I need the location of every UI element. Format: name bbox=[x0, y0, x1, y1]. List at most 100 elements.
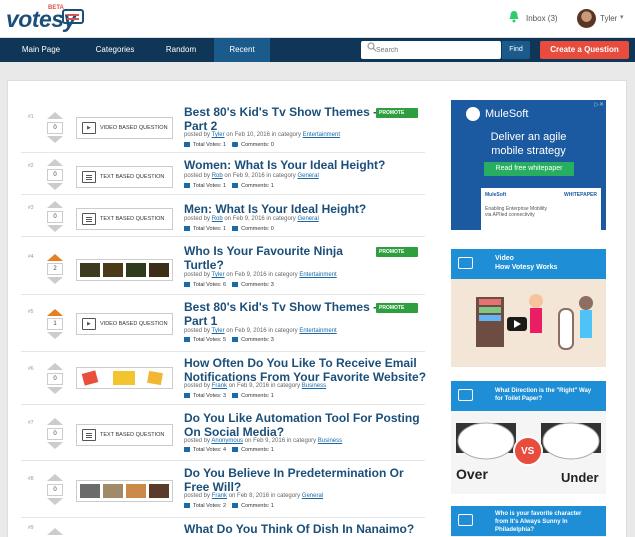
question-thumbnail[interactable] bbox=[76, 259, 173, 281]
author-link[interactable]: Anonymous bbox=[211, 438, 243, 444]
category-link[interactable]: Business bbox=[318, 438, 342, 444]
avatar[interactable] bbox=[577, 9, 596, 28]
question-title[interactable]: Do You Like Automation Tool For Posting O… bbox=[184, 411, 429, 439]
ad-headline: Deliver an agile mobile strategy bbox=[490, 131, 567, 157]
author-link[interactable]: Frank bbox=[212, 493, 227, 499]
nav-main-page[interactable]: Main Page bbox=[0, 38, 82, 62]
question-number: #6 bbox=[28, 366, 34, 372]
author-link[interactable]: Tyler bbox=[212, 328, 225, 334]
question-title[interactable]: Do You Believe In Predetermination Or Fre… bbox=[184, 466, 429, 494]
user-name[interactable]: Tyler bbox=[600, 14, 617, 23]
card-header: Video How Votesy Works bbox=[451, 249, 606, 279]
question-thumbnail[interactable] bbox=[76, 480, 173, 502]
image-thumbnail bbox=[149, 484, 169, 498]
card-header: What Direction is the "Right" Way for To… bbox=[451, 381, 606, 411]
image-thumbnail bbox=[149, 263, 169, 277]
vote-count: 0 bbox=[47, 211, 63, 223]
upvote-button[interactable] bbox=[47, 528, 63, 535]
upvote-button[interactable] bbox=[47, 254, 63, 261]
question-row: #7 0 TEXT BASED QUESTION Do You Like Aut… bbox=[21, 405, 425, 461]
question-row: #5 1 VIDEO BASED QUESTION Best 80's Kid'… bbox=[21, 295, 425, 352]
nav-categories[interactable]: Categories bbox=[82, 38, 148, 62]
nav-random[interactable]: Random bbox=[148, 38, 214, 62]
document-icon bbox=[82, 213, 96, 225]
category-link[interactable]: Entertainment bbox=[299, 272, 336, 278]
question-title[interactable]: How Often Do You Like To Receive Email No… bbox=[184, 356, 429, 384]
category-link[interactable]: Entertainment bbox=[299, 328, 336, 334]
downvote-button[interactable] bbox=[47, 387, 63, 394]
question-thumbnail[interactable]: TEXT BASED QUESTION bbox=[76, 208, 173, 230]
promote-button[interactable]: PROMOTE bbox=[376, 303, 418, 313]
question-meta: posted by Rob on Feb 9, 2016 in category… bbox=[184, 216, 319, 222]
video-icon bbox=[82, 318, 96, 330]
question-number: #8 bbox=[28, 476, 34, 482]
question-title[interactable]: Who Is Your Favourite Ninja Turtle? bbox=[184, 244, 384, 272]
upvote-button[interactable] bbox=[47, 201, 63, 208]
author-link[interactable]: Tyler bbox=[212, 272, 225, 278]
question-thumbnail[interactable]: TEXT BASED QUESTION bbox=[76, 166, 173, 188]
category-link[interactable]: General bbox=[297, 216, 318, 222]
inbox-link[interactable]: Inbox (3) bbox=[526, 14, 558, 23]
question-title[interactable]: Men: What Is Your Ideal Height? bbox=[184, 202, 424, 216]
category-link[interactable]: General bbox=[302, 493, 323, 499]
image-thumbnail bbox=[80, 484, 100, 498]
bell-icon[interactable] bbox=[508, 10, 520, 23]
video-icon bbox=[82, 122, 96, 134]
mulesoft-logo-icon bbox=[466, 107, 480, 121]
video-card[interactable]: Video How Votesy Works bbox=[451, 249, 606, 367]
author-link[interactable]: Rob bbox=[212, 173, 223, 179]
downvote-button[interactable] bbox=[47, 183, 63, 190]
question-number: #4 bbox=[28, 254, 34, 260]
question-meta: posted by Tyler on Feb 10, 2016 in categ… bbox=[184, 132, 341, 138]
ad-brand: MuleSoft bbox=[485, 108, 529, 120]
chevron-down-icon[interactable]: ▾ bbox=[620, 13, 624, 21]
advertisement[interactable]: ▷✕ MuleSoft Deliver an agile mobile stra… bbox=[451, 100, 606, 230]
downvote-button[interactable] bbox=[47, 136, 63, 143]
envelope-icon bbox=[113, 371, 135, 385]
create-question-button[interactable]: Create a Question bbox=[540, 41, 629, 59]
question-thumbnail[interactable]: VIDEO BASED QUESTION bbox=[76, 313, 173, 335]
upvote-button[interactable] bbox=[47, 159, 63, 166]
document-icon bbox=[82, 171, 96, 183]
upvote-button[interactable] bbox=[47, 309, 63, 316]
ad-close-icon[interactable]: ▷✕ bbox=[594, 101, 604, 108]
question-title[interactable]: Best 80's Kid's Tv Show Themes - Part 2 bbox=[184, 105, 384, 133]
question-number: #2 bbox=[28, 163, 34, 169]
question-stats: Total Votes: 1 Comments: 1 bbox=[184, 183, 274, 189]
promote-button[interactable]: PROMOTE bbox=[376, 108, 418, 118]
question-thumbnail[interactable] bbox=[76, 367, 173, 389]
question-stats: Total Votes: 6 Comments: 3 bbox=[184, 282, 274, 288]
search-input[interactable] bbox=[376, 44, 496, 56]
author-link[interactable]: Rob bbox=[212, 216, 223, 222]
category-link[interactable]: Entertainment bbox=[303, 132, 340, 138]
author-link[interactable]: Tyler bbox=[212, 132, 225, 138]
question-thumbnail[interactable]: VIDEO BASED QUESTION bbox=[76, 117, 173, 139]
vote-count: 0 bbox=[47, 428, 63, 440]
downvote-button[interactable] bbox=[47, 498, 63, 505]
upvote-button[interactable] bbox=[47, 112, 63, 119]
category-link[interactable]: General bbox=[297, 173, 318, 179]
ad-cta-button[interactable]: Read free whitepaper bbox=[484, 162, 574, 176]
question-title[interactable]: Women: What Is Your Ideal Height? bbox=[184, 158, 424, 172]
upvote-button[interactable] bbox=[47, 363, 63, 370]
upvote-button[interactable] bbox=[47, 474, 63, 481]
downvote-button[interactable] bbox=[47, 332, 63, 339]
upvote-button[interactable] bbox=[47, 418, 63, 425]
downvote-button[interactable] bbox=[47, 277, 63, 284]
question-title[interactable]: What Do You Think Of Dish In Nanaimo? bbox=[184, 522, 429, 536]
question-meta: posted by Anonymous on Feb 9, 2016 in ca… bbox=[184, 438, 343, 444]
find-button[interactable]: Find bbox=[502, 41, 530, 59]
toilet-paper-card[interactable]: What Direction is the "Right" Way for To… bbox=[451, 381, 606, 494]
question-title[interactable]: Best 80's Kid's Tv Show Themes - Part 1 bbox=[184, 300, 384, 328]
author-link[interactable]: Frank bbox=[212, 383, 227, 389]
sunny-card[interactable]: Who is your favorite character from It's… bbox=[451, 506, 606, 537]
question-thumbnail[interactable]: TEXT BASED QUESTION bbox=[76, 424, 173, 446]
promote-button[interactable]: PROMOTE bbox=[376, 247, 418, 257]
downvote-button[interactable] bbox=[47, 442, 63, 449]
downvote-button[interactable] bbox=[47, 225, 63, 232]
under-label: Under bbox=[561, 470, 599, 485]
vote-count: 0 bbox=[47, 373, 63, 385]
question-stats: Total Votes: 4 Comments: 1 bbox=[184, 447, 274, 453]
category-link[interactable]: Business bbox=[302, 383, 326, 389]
nav-recent[interactable]: Recent bbox=[214, 38, 270, 62]
